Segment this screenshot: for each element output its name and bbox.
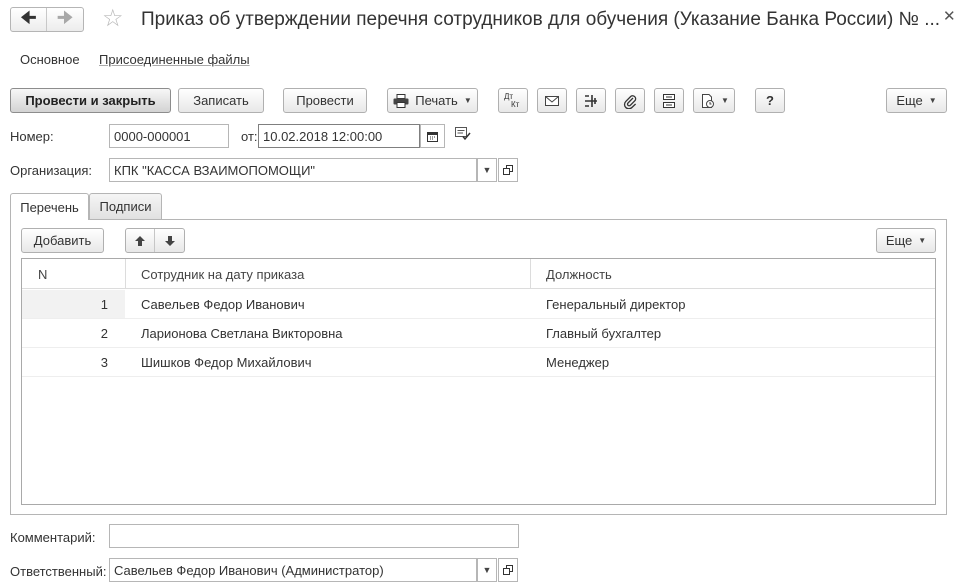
- chevron-down-icon: ▼: [463, 96, 472, 105]
- position-cell[interactable]: Менеджер: [546, 348, 609, 376]
- save-button[interactable]: Записать: [178, 88, 264, 113]
- comment-field[interactable]: [109, 524, 519, 548]
- dt-kt-button[interactable]: Дт Кт: [498, 88, 528, 113]
- document-tree-icon: [663, 93, 675, 108]
- nav-attachments[interactable]: Присоединенные файлы: [99, 52, 250, 67]
- arrow-left-icon: 🠈: [20, 8, 37, 27]
- column-header-n[interactable]: N: [38, 259, 47, 289]
- chevron-down-icon: ▼: [482, 165, 492, 175]
- organization-label: Организация:: [10, 163, 93, 178]
- responsible-field[interactable]: Савельев Федор Иванович (Администратор): [109, 558, 477, 582]
- move-down-button[interactable]: [155, 229, 184, 252]
- paperclip-icon: [623, 94, 637, 109]
- row-number: 1: [22, 290, 125, 318]
- row-number: 2: [100, 325, 108, 341]
- arrow-up-icon: [135, 235, 145, 246]
- number-field[interactable]: 0000-000001: [109, 124, 229, 148]
- post-button[interactable]: Провести: [283, 88, 367, 113]
- calendar-button[interactable]: [420, 124, 445, 148]
- dt-kt-icon: Дт Кт: [504, 92, 522, 109]
- related-docs-button[interactable]: [654, 88, 684, 113]
- forward-button[interactable]: 🠊: [47, 8, 83, 31]
- open-window-icon: [503, 565, 513, 575]
- calendar-icon: [427, 131, 438, 142]
- post-and-close-button[interactable]: Провести и закрыть: [10, 88, 171, 113]
- employees-table[interactable]: N Сотрудник на дату приказа Должность 1 …: [21, 258, 936, 505]
- email-button[interactable]: [537, 88, 567, 113]
- table-row[interactable]: 3 Шишков Федор Михайлович Менеджер: [22, 348, 935, 377]
- help-button[interactable]: ?: [755, 88, 785, 113]
- arrow-down-icon: [164, 235, 175, 246]
- move-up-button[interactable]: [126, 229, 155, 252]
- date-field[interactable]: 10.02.2018 12:00:00: [258, 124, 420, 148]
- column-header-position[interactable]: Должность: [546, 259, 612, 289]
- responsible-dropdown-button[interactable]: ▼: [477, 558, 497, 582]
- tab-signatures[interactable]: Подписи: [89, 193, 162, 219]
- document-actions-button[interactable]: ▼: [693, 88, 735, 113]
- employee-cell[interactable]: Шишков Федор Михайлович: [141, 348, 312, 376]
- employee-cell[interactable]: Савельев Федор Иванович: [141, 290, 305, 318]
- table-more-button[interactable]: Еще ▼: [876, 228, 936, 253]
- table-row[interactable]: 2 Ларионова Светлана Викторовна Главный …: [22, 319, 935, 348]
- table-more-label: Еще: [885, 233, 913, 248]
- post-status-icon[interactable]: [455, 127, 471, 144]
- history-nav: 🠈 🠊: [10, 7, 84, 32]
- table-row[interactable]: 1 Савельев Федор Иванович Генеральный ди…: [22, 290, 935, 319]
- tab-list[interactable]: Перечень: [10, 193, 89, 220]
- arrow-right-icon: 🠊: [57, 8, 73, 27]
- employee-cell[interactable]: Ларионова Светлана Викторовна: [141, 319, 343, 347]
- close-icon[interactable]: ✕: [943, 7, 956, 25]
- envelope-icon: [545, 95, 559, 106]
- printer-icon: [393, 93, 409, 108]
- row-number: 3: [100, 354, 108, 370]
- attach-button[interactable]: [615, 88, 645, 113]
- chevron-down-icon: ▼: [721, 96, 729, 105]
- position-cell[interactable]: Генеральный директор: [546, 290, 685, 318]
- chevron-down-icon: ▼: [482, 565, 492, 575]
- responsible-label: Ответственный:: [10, 564, 107, 579]
- structure-button[interactable]: [576, 88, 606, 113]
- favorite-star-icon[interactable]: ☆: [102, 6, 124, 32]
- number-label: Номер:: [10, 129, 54, 144]
- document-clock-icon: [702, 93, 715, 108]
- print-button[interactable]: Печать ▼: [387, 88, 478, 113]
- print-label: Печать: [415, 93, 458, 108]
- chevron-down-icon: ▼: [928, 96, 937, 105]
- organization-open-button[interactable]: [498, 158, 518, 182]
- more-label: Еще: [896, 93, 923, 108]
- hierarchy-icon: [585, 94, 597, 107]
- back-button[interactable]: 🠈: [11, 8, 48, 31]
- more-button[interactable]: Еще ▼: [886, 88, 947, 113]
- window-title: Приказ об утверждении перечня сотруднико…: [141, 9, 941, 30]
- organization-field[interactable]: КПК "КАССА ВЗАИМОПОМОЩИ": [109, 158, 477, 182]
- position-cell[interactable]: Главный бухгалтер: [546, 319, 661, 347]
- add-row-button[interactable]: Добавить: [21, 228, 104, 253]
- table-header: N Сотрудник на дату приказа Должность: [22, 259, 935, 289]
- move-buttons: [125, 228, 185, 253]
- dt-kt-bottom: Кт: [511, 99, 520, 109]
- date-label: от:: [241, 129, 258, 144]
- chevron-down-icon: ▼: [918, 236, 927, 245]
- column-header-employee[interactable]: Сотрудник на дату приказа: [141, 259, 304, 289]
- responsible-open-button[interactable]: [498, 558, 518, 582]
- nav-main[interactable]: Основное: [20, 52, 80, 67]
- open-window-icon: [503, 165, 513, 175]
- comment-label: Комментарий:: [10, 530, 96, 545]
- organization-dropdown-button[interactable]: ▼: [477, 158, 497, 182]
